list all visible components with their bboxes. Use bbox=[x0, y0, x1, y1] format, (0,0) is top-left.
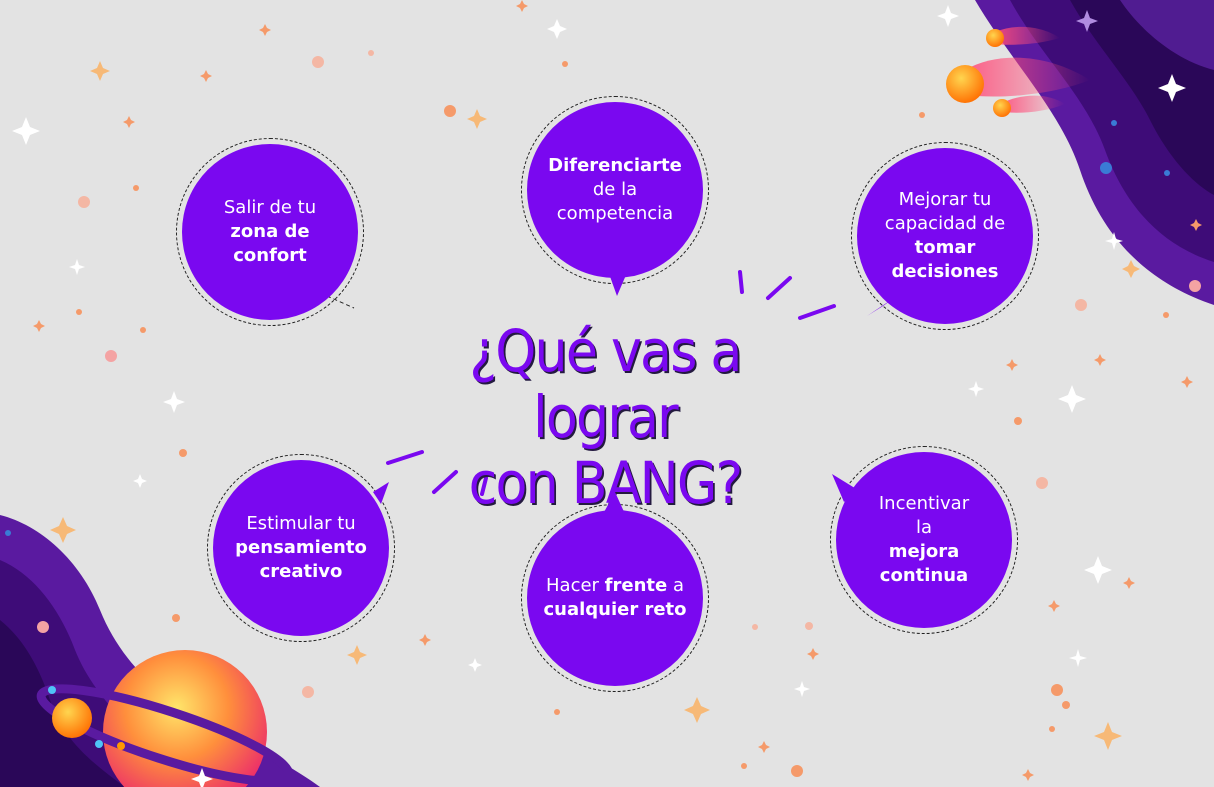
bubble-text: Salir de tu zona de confort bbox=[182, 144, 358, 320]
bubble-text-regular: de la competencia bbox=[556, 179, 674, 224]
goal-bubble-comfort-zone: Salir de tu zona de confort bbox=[176, 138, 364, 326]
bubble-text: Hacer frente a cualquier reto bbox=[527, 510, 703, 686]
bubble-text-bold-line-2: cualquier reto bbox=[543, 599, 687, 620]
bubble-text-bold: tomar decisiones bbox=[891, 237, 999, 282]
bubble-text: Diferenciarte de la competencia bbox=[527, 102, 703, 278]
bubble-text-regular: Estimular tu bbox=[246, 513, 356, 534]
bubble-text: Incentivar la mejora continua bbox=[836, 452, 1012, 628]
infographic-canvas: ¿Qué vas a lograr con BANG? Salir de tu … bbox=[0, 0, 1214, 787]
bubble-text-bold: pensamiento creativo bbox=[235, 537, 367, 582]
bubble-text-line-1: Hacer frente a bbox=[546, 574, 684, 598]
goal-bubble-decisions: Mejorar tu capacidad de tomar decisiones bbox=[851, 142, 1039, 330]
bubble-text-regular: Mejorar tu capacidad de bbox=[884, 189, 1006, 234]
goal-bubble-continuous-improvement: Incentivar la mejora continua bbox=[830, 446, 1018, 634]
bubble-text-regular: a bbox=[672, 575, 684, 596]
goal-bubble-differentiate: Diferenciarte de la competencia bbox=[521, 96, 709, 296]
bubble-text: Estimular tu pensamiento creativo bbox=[213, 460, 389, 636]
bubble-text: Mejorar tu capacidad de tomar decisiones bbox=[857, 148, 1033, 324]
headline: ¿Qué vas a lograr con BANG? bbox=[394, 318, 817, 516]
goal-bubble-creative-thinking: Estimular tu pensamiento creativo bbox=[207, 454, 395, 642]
goal-bubble-face-challenges: Hacer frente a cualquier reto bbox=[521, 492, 709, 692]
bubble-text-regular: Hacer bbox=[546, 575, 599, 596]
bubble-text-bold: frente bbox=[604, 575, 668, 596]
bubble-text-bold: zona de confort bbox=[230, 221, 310, 266]
bubble-text-regular: Incentivar la bbox=[878, 493, 970, 538]
bubble-text-bold: Diferenciarte bbox=[548, 155, 682, 176]
bubble-text-regular: Salir de tu bbox=[223, 197, 317, 218]
headline-line-1: ¿Qué vas a lograr bbox=[469, 317, 742, 451]
bubble-text-bold: mejora continua bbox=[879, 541, 969, 586]
